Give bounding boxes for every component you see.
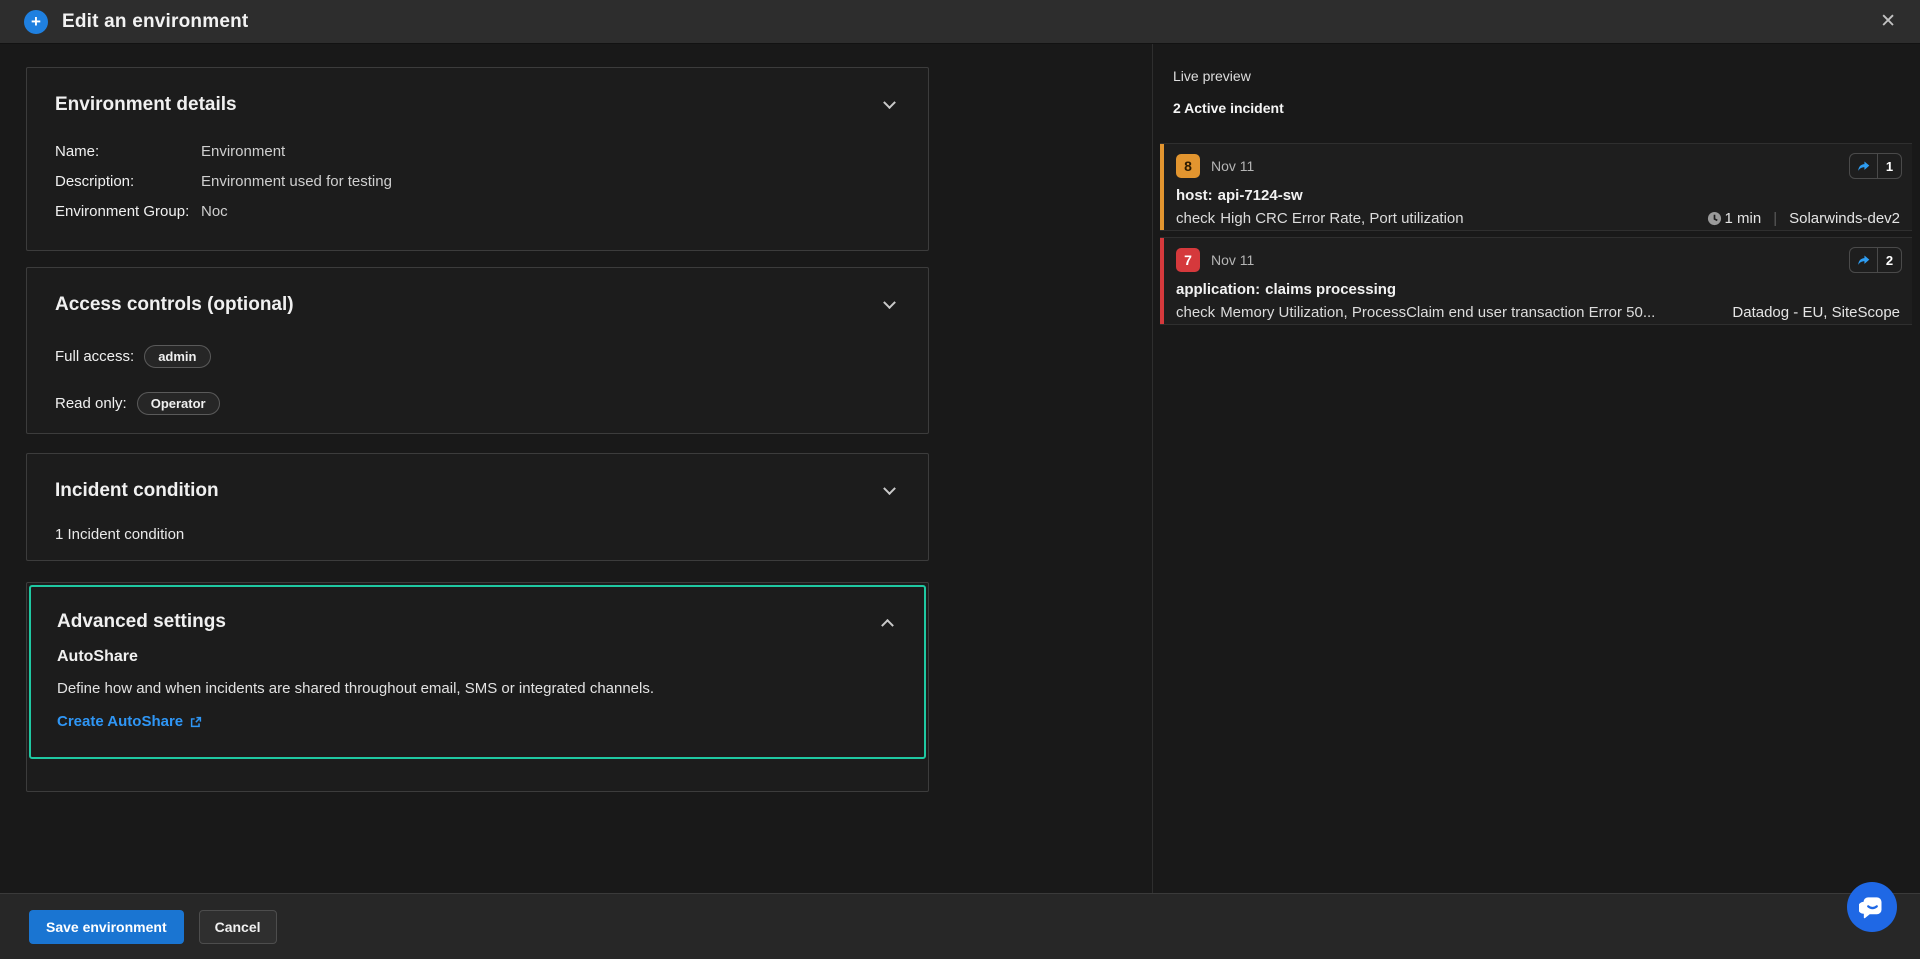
share-icon bbox=[1850, 248, 1878, 272]
incident-date: Nov 11 bbox=[1211, 158, 1254, 174]
section-title: Environment details bbox=[55, 94, 237, 116]
chevron-down-icon[interactable] bbox=[883, 482, 896, 495]
share-icon bbox=[1850, 154, 1878, 178]
detail-rows: Name: Environment Description: Environme… bbox=[55, 143, 900, 220]
full-access-label: Full access: bbox=[55, 348, 134, 365]
incident-source: Datadog - EU, SiteScope bbox=[1732, 304, 1900, 321]
check-text: High CRC Error Rate, Port utilization bbox=[1220, 210, 1696, 227]
create-autoshare-label: Create AutoShare bbox=[57, 713, 183, 730]
read-only-chip: Operator bbox=[137, 392, 220, 415]
name-label: Name: bbox=[55, 143, 201, 160]
incident-list: 8 Nov 11 1 host: api-7124-sw bbox=[1154, 143, 1920, 325]
full-access-row: Full access: admin bbox=[55, 345, 900, 368]
chevron-down-icon[interactable] bbox=[883, 296, 896, 309]
share-button[interactable]: 1 bbox=[1849, 153, 1902, 179]
environment-details-header[interactable]: Environment details bbox=[55, 94, 900, 116]
plus-icon: + bbox=[24, 10, 48, 34]
check-prefix: check bbox=[1176, 304, 1215, 321]
close-icon[interactable]: ✕ bbox=[1880, 12, 1896, 31]
detail-row-name: Name: Environment bbox=[55, 143, 900, 160]
create-autoshare-link[interactable]: Create AutoShare bbox=[57, 713, 898, 730]
external-link-icon bbox=[189, 715, 203, 729]
active-incident-count: 2 Active incident bbox=[1173, 100, 1920, 116]
incident-condition-header[interactable]: Incident condition bbox=[55, 480, 900, 502]
live-preview-title: Live preview bbox=[1173, 68, 1920, 84]
chat-launcher-button[interactable] bbox=[1847, 882, 1897, 932]
environment-group-value: Noc bbox=[201, 203, 228, 220]
incident-subject: application: claims processing bbox=[1176, 281, 1902, 298]
incident-meta: Datadog - EU, SiteScope bbox=[1732, 304, 1900, 321]
meta-divider: | bbox=[1773, 210, 1777, 227]
subject-label: application: bbox=[1176, 281, 1260, 298]
subject-value: claims processing bbox=[1265, 281, 1396, 298]
section-advanced-settings: Advanced settings AutoShare Define how a… bbox=[26, 582, 929, 792]
incident-top-row: 7 Nov 11 2 bbox=[1176, 247, 1902, 273]
edit-environment-dialog: + Edit an environment ✕ Environment deta… bbox=[0, 0, 1920, 959]
detail-row-description: Description: Environment used for testin… bbox=[55, 173, 900, 190]
live-preview-panel: Live preview 2 Active incident 8 Nov 11 … bbox=[1154, 44, 1920, 893]
severity-badge: 7 bbox=[1176, 248, 1200, 272]
section-title: Access controls (optional) bbox=[55, 294, 294, 316]
section-incident-condition: Incident condition 1 Incident condition bbox=[26, 453, 929, 561]
incident-condition-summary: 1 Incident condition bbox=[55, 526, 900, 543]
full-access-chip: admin bbox=[144, 345, 210, 368]
incident-card[interactable]: 7 Nov 11 2 application: claims processing bbox=[1160, 237, 1912, 325]
incident-check-row: check Memory Utilization, ProcessClaim e… bbox=[1176, 304, 1902, 321]
environment-group-label: Environment Group: bbox=[55, 203, 201, 220]
chevron-down-icon[interactable] bbox=[883, 96, 896, 109]
share-button[interactable]: 2 bbox=[1849, 247, 1902, 273]
page-title: Edit an environment bbox=[62, 11, 248, 33]
name-value: Environment bbox=[201, 143, 285, 160]
subject-value: api-7124-sw bbox=[1218, 187, 1303, 204]
check-prefix: check bbox=[1176, 210, 1215, 227]
section-title: Advanced settings bbox=[57, 611, 226, 633]
incident-meta: 1 min | Solarwinds-dev2 bbox=[1707, 210, 1900, 227]
section-access-controls: Access controls (optional) Full access: … bbox=[26, 267, 929, 434]
advanced-settings-highlight: Advanced settings AutoShare Define how a… bbox=[29, 585, 926, 759]
severity-bar bbox=[1160, 144, 1164, 230]
advanced-settings-header[interactable]: Advanced settings bbox=[57, 611, 898, 633]
chevron-up-icon[interactable] bbox=[881, 618, 894, 631]
share-count: 2 bbox=[1878, 248, 1901, 272]
share-count: 1 bbox=[1878, 154, 1901, 178]
description-value: Environment used for testing bbox=[201, 173, 392, 190]
chat-bubble-icon bbox=[1859, 894, 1886, 921]
incident-subject: host: api-7124-sw bbox=[1176, 187, 1902, 204]
autoshare-title: AutoShare bbox=[57, 648, 898, 666]
section-environment-details: Environment details Name: Environment De… bbox=[26, 67, 929, 251]
incident-top-row: 8 Nov 11 1 bbox=[1176, 153, 1902, 179]
dialog-header: + Edit an environment ✕ bbox=[0, 0, 1920, 44]
section-title: Incident condition bbox=[55, 480, 219, 502]
access-controls-header[interactable]: Access controls (optional) bbox=[55, 294, 900, 316]
incident-check-row: check High CRC Error Rate, Port utilizat… bbox=[1176, 210, 1902, 227]
incident-source: Solarwinds-dev2 bbox=[1789, 210, 1900, 227]
autoshare-description: Define how and when incidents are shared… bbox=[57, 680, 898, 697]
severity-badge: 8 bbox=[1176, 154, 1200, 178]
detail-row-environment-group: Environment Group: Noc bbox=[55, 203, 900, 220]
check-text: Memory Utilization, ProcessClaim end use… bbox=[1220, 304, 1722, 321]
incident-age: 1 min bbox=[1725, 210, 1762, 227]
subject-label: host: bbox=[1176, 187, 1213, 204]
incident-date: Nov 11 bbox=[1211, 252, 1254, 268]
clock-icon bbox=[1707, 211, 1722, 226]
save-environment-button[interactable]: Save environment bbox=[29, 910, 184, 944]
dialog-footer: Save environment Cancel bbox=[0, 893, 1920, 959]
description-label: Description: bbox=[55, 173, 201, 190]
read-only-row: Read only: Operator bbox=[55, 392, 900, 415]
cancel-button[interactable]: Cancel bbox=[199, 910, 277, 944]
read-only-label: Read only: bbox=[55, 395, 127, 412]
form-column: Environment details Name: Environment De… bbox=[0, 44, 1153, 893]
incident-card[interactable]: 8 Nov 11 1 host: api-7124-sw bbox=[1160, 143, 1912, 231]
severity-bar bbox=[1160, 238, 1164, 324]
